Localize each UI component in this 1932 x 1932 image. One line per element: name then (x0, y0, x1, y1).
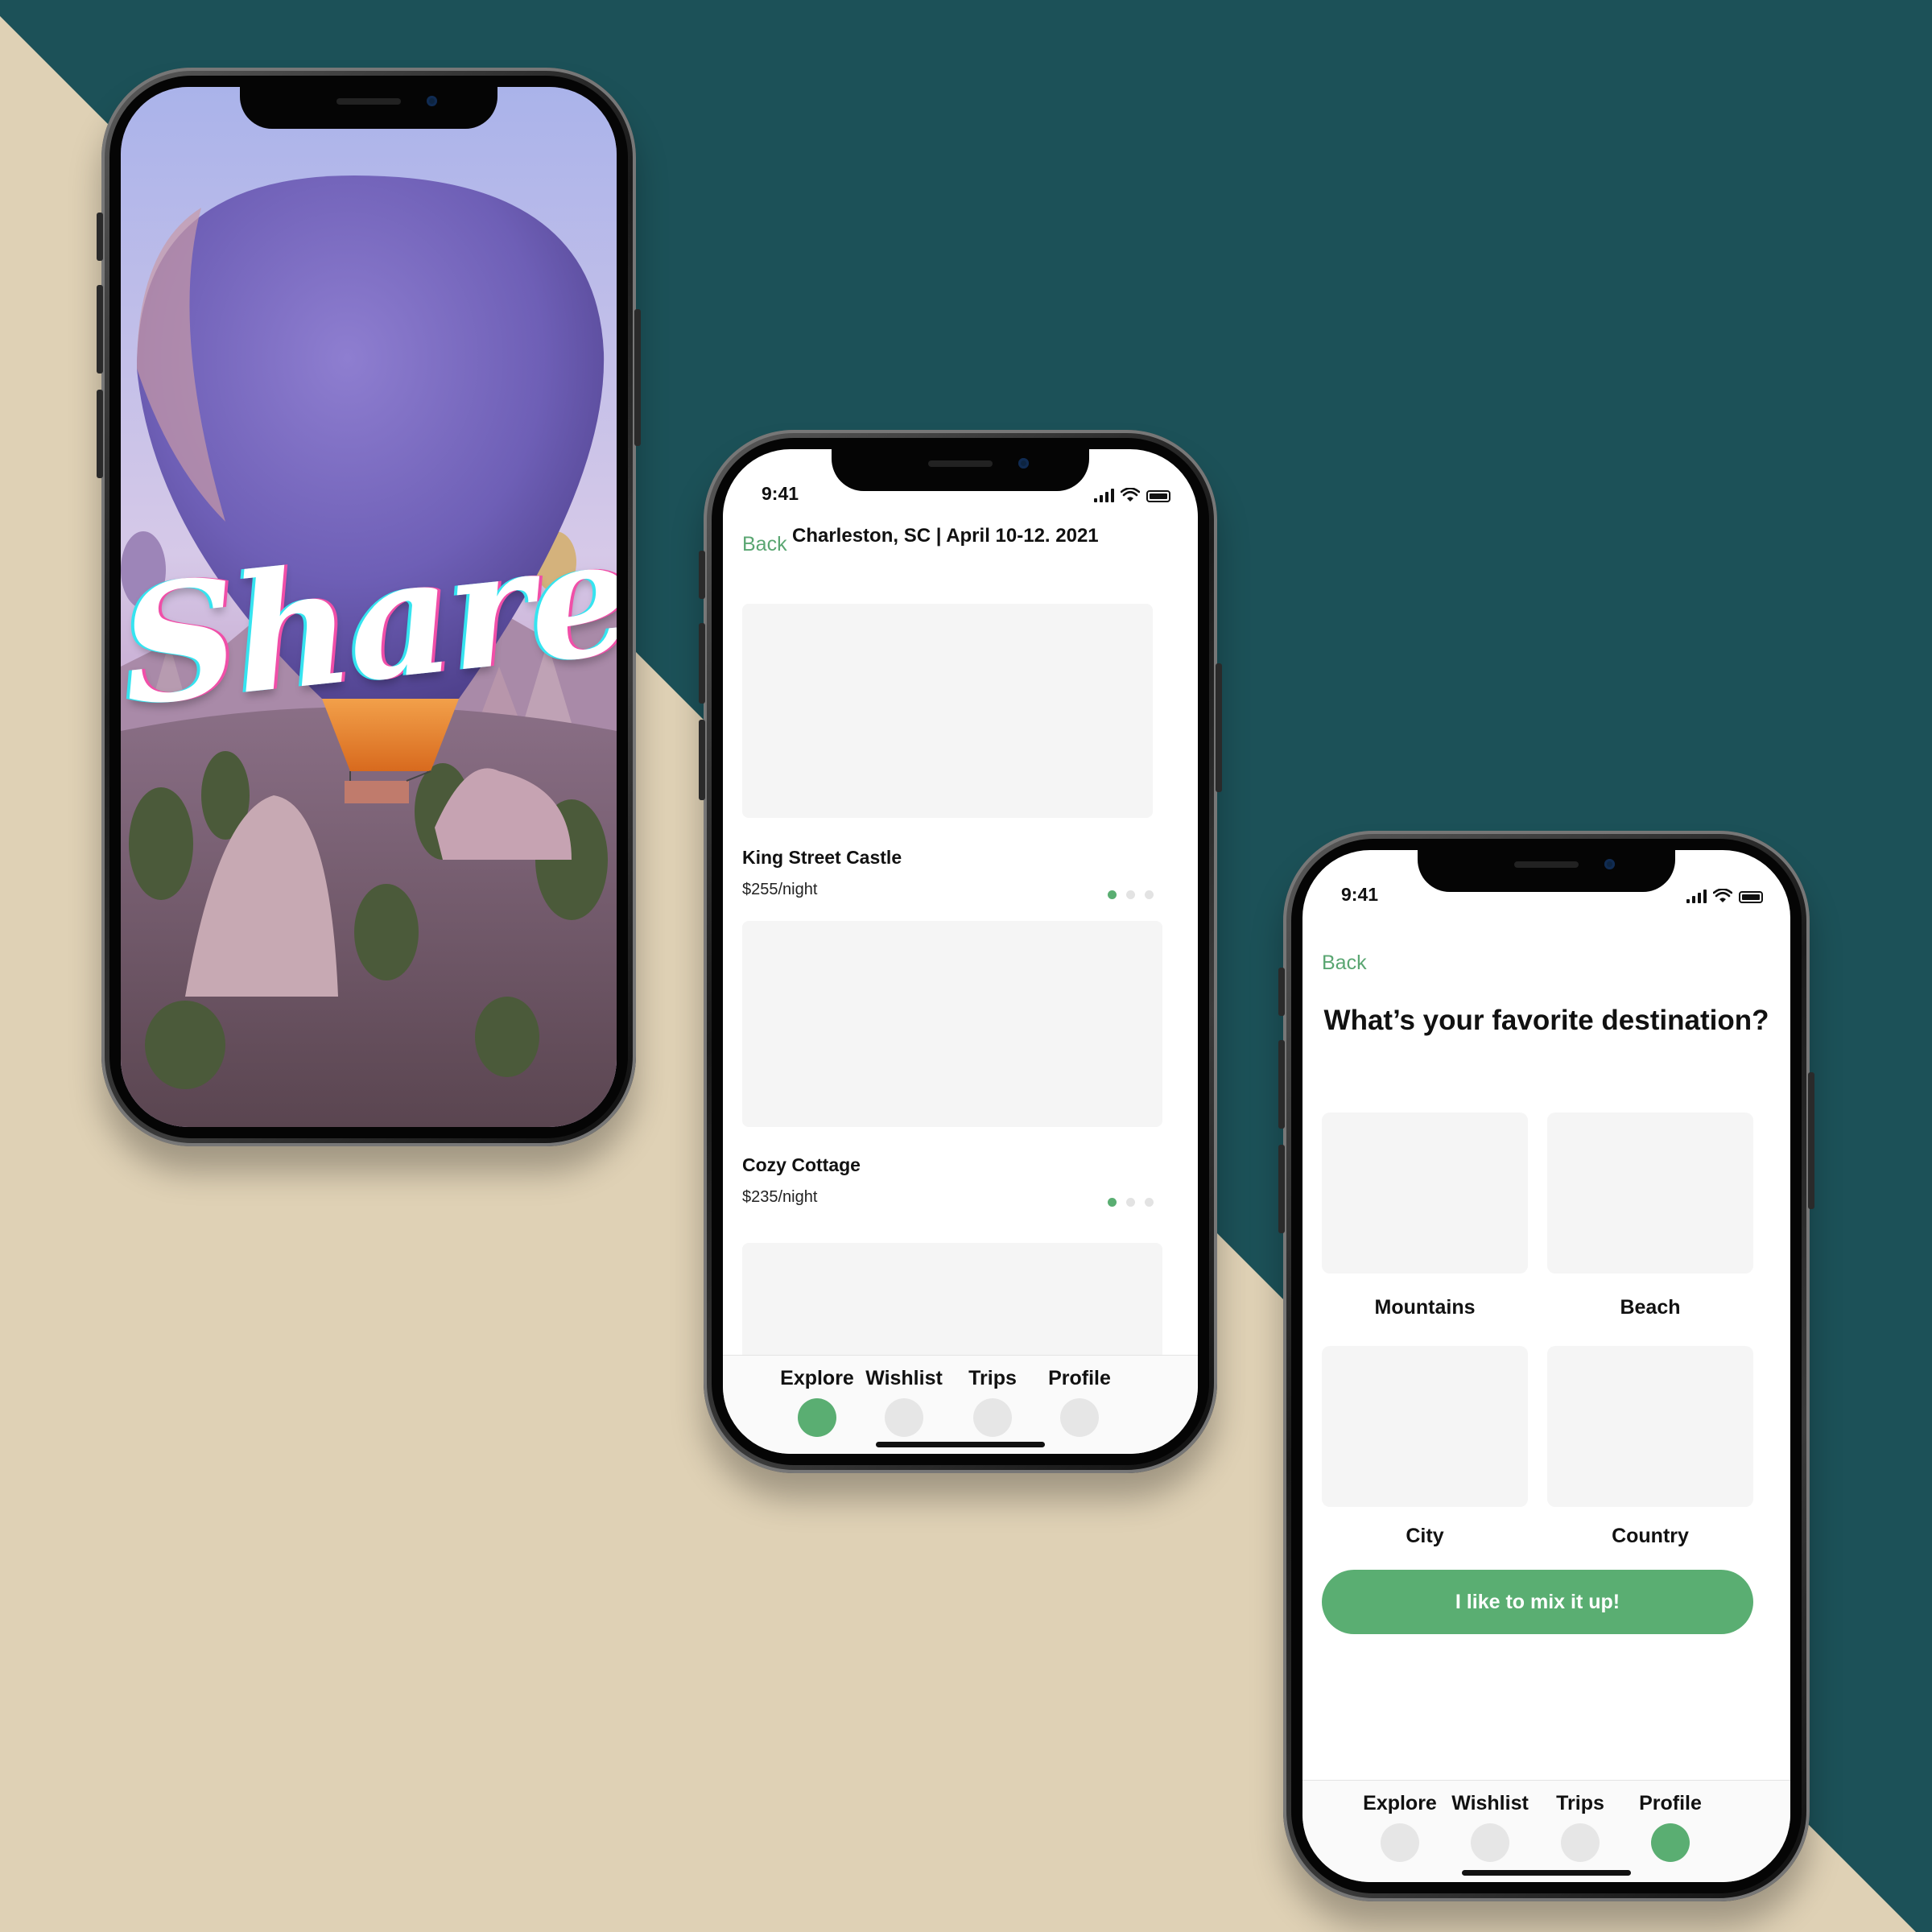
destination-screen: 9:41 Back What’s your favorite destinati… (1302, 850, 1790, 1882)
back-button[interactable]: Back (742, 533, 787, 556)
tab-wishlist[interactable]: Wishlist (1446, 1792, 1534, 1862)
tab-trips[interactable]: Trips (948, 1367, 1037, 1437)
destination-option-city[interactable] (1322, 1346, 1528, 1507)
listings-screen: 9:41 Back Charleston, SC | April 10-12. … (723, 449, 1198, 1454)
battery-icon (1739, 891, 1763, 903)
notch (1418, 850, 1675, 892)
home-indicator[interactable] (1462, 1870, 1631, 1876)
tab-dot-icon (798, 1398, 836, 1437)
listing-image[interactable] (742, 604, 1153, 818)
wifi-icon (1713, 889, 1732, 902)
pager-dot[interactable] (1126, 1198, 1135, 1207)
destination-option-mountains[interactable] (1322, 1113, 1528, 1274)
destination-option-beach[interactable] (1547, 1113, 1753, 1274)
tab-bar: Explore Wishlist Trips Profile (723, 1355, 1198, 1454)
destination-option-country[interactable] (1547, 1346, 1753, 1507)
tab-explore[interactable]: Explore (773, 1367, 861, 1437)
pager-dot[interactable] (1108, 1198, 1117, 1207)
tab-label: Profile (1048, 1367, 1111, 1389)
splash-screen[interactable]: Share (121, 87, 617, 1127)
wifi-icon (1121, 488, 1140, 502)
destination-option-label[interactable]: Country (1547, 1525, 1753, 1548)
tab-label: Trips (1556, 1792, 1604, 1814)
destination-question: What’s your favorite destination? (1323, 1005, 1769, 1036)
tab-explore[interactable]: Explore (1356, 1792, 1444, 1862)
tab-wishlist[interactable]: Wishlist (860, 1367, 948, 1437)
signal-icon (1094, 488, 1114, 502)
destination-option-label[interactable]: City (1322, 1525, 1528, 1548)
listing-image[interactable] (742, 921, 1162, 1127)
listing-name[interactable]: King Street Castle (742, 847, 902, 869)
notch (832, 449, 1089, 491)
tab-label: Wishlist (1451, 1792, 1529, 1814)
trip-header-title: Charleston, SC | April 10-12. 2021 (792, 525, 1099, 547)
destination-option-label[interactable]: Mountains (1322, 1296, 1528, 1319)
tab-dot-icon (885, 1398, 923, 1437)
tab-dot-icon (1561, 1823, 1600, 1862)
image-pager[interactable] (1108, 1198, 1154, 1207)
tab-label: Profile (1639, 1792, 1702, 1814)
pager-dot[interactable] (1145, 1198, 1154, 1207)
listing-price: $255/night (742, 881, 818, 898)
battery-icon (1146, 490, 1170, 502)
signal-icon (1686, 889, 1707, 903)
destination-option-label[interactable]: Beach (1547, 1296, 1753, 1319)
tab-profile[interactable]: Profile (1035, 1367, 1124, 1437)
pager-dot[interactable] (1126, 890, 1135, 899)
status-icons (1094, 485, 1170, 502)
listing-name[interactable]: Cozy Cottage (742, 1154, 861, 1176)
phone-listings: 9:41 Back Charleston, SC | April 10-12. … (699, 430, 1222, 1473)
back-button[interactable]: Back (1322, 952, 1367, 975)
tab-dot-icon (1471, 1823, 1509, 1862)
tab-label: Explore (780, 1367, 854, 1389)
home-indicator[interactable] (876, 1442, 1045, 1447)
phone-splash: Share (97, 68, 641, 1146)
status-time: 9:41 (762, 483, 799, 504)
status-icons (1686, 886, 1763, 903)
tab-trips[interactable]: Trips (1536, 1792, 1624, 1862)
phone-destination: 9:41 Back What’s your favorite destinati… (1278, 831, 1814, 1901)
tab-dot-icon (1381, 1823, 1419, 1862)
mix-it-up-button[interactable]: I like to mix it up! (1322, 1570, 1753, 1634)
pager-dot[interactable] (1108, 890, 1117, 899)
tab-label: Trips (968, 1367, 1017, 1389)
tab-profile[interactable]: Profile (1626, 1792, 1715, 1862)
tab-label: Wishlist (865, 1367, 943, 1389)
image-pager[interactable] (1108, 890, 1154, 899)
listing-price: $235/night (742, 1188, 818, 1206)
tab-dot-icon (1060, 1398, 1099, 1437)
status-time: 9:41 (1341, 884, 1379, 905)
tab-dot-icon (973, 1398, 1012, 1437)
tab-label: Explore (1363, 1792, 1437, 1814)
notch (240, 87, 497, 129)
pager-dot[interactable] (1145, 890, 1154, 899)
tab-bar: Explore Wishlist Trips Profile (1302, 1780, 1790, 1882)
tab-dot-icon (1651, 1823, 1690, 1862)
